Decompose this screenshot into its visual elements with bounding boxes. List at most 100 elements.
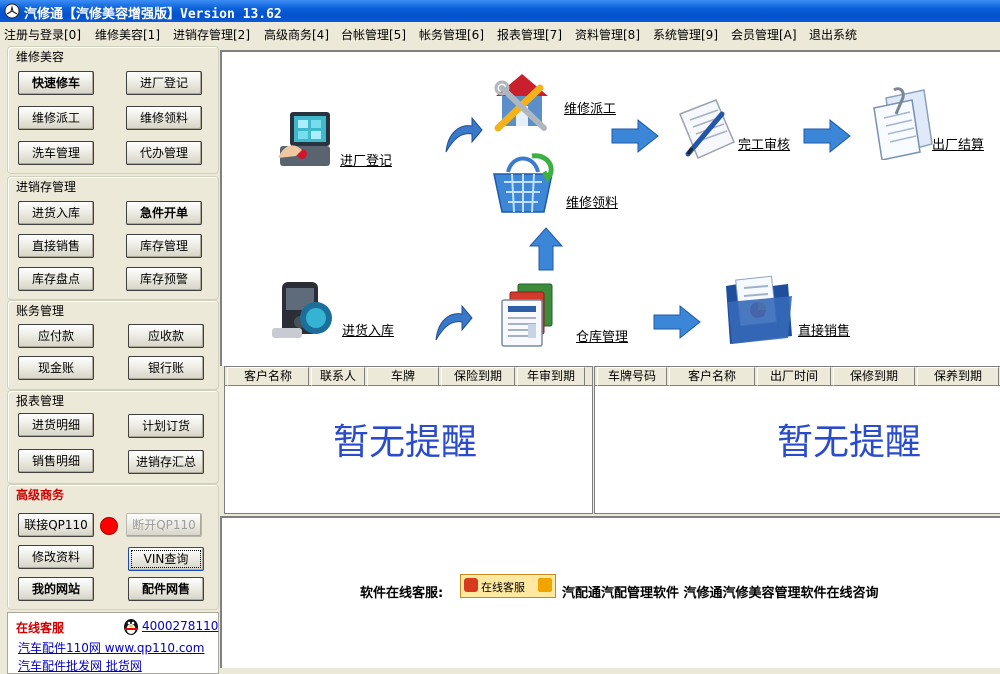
- connection-status-indicator: [100, 517, 118, 535]
- checkout-document-icon[interactable]: [864, 86, 936, 160]
- menu-exit[interactable]: 退出系统: [809, 26, 857, 43]
- disconnect-qp110-button[interactable]: 断开QP110: [126, 513, 202, 537]
- curved-arrow-icon: [445, 116, 483, 153]
- qq-penguin-icon: [124, 619, 138, 635]
- menu-system[interactable]: 系统管理[9]: [653, 26, 718, 43]
- curved-arrow-icon: [435, 304, 473, 341]
- cash-account-button[interactable]: 现金账: [18, 356, 94, 380]
- flow-review-link[interactable]: 完工审核: [738, 134, 790, 153]
- group-repair: 维修美容 快速修车 进厂登记 维修派工 维修领料 洗车管理 代办管理: [7, 46, 219, 174]
- stock-count-button[interactable]: 库存盘点: [18, 267, 94, 291]
- check-icon: [538, 578, 552, 592]
- column-header[interactable]: 车牌: [367, 367, 439, 386]
- menu-reports[interactable]: 报表管理[7]: [497, 26, 562, 43]
- menu-repair[interactable]: 维修美容[1]: [95, 26, 160, 43]
- menu-ledger[interactable]: 台帐管理[5]: [341, 26, 406, 43]
- service-label: 软件在线客服:: [360, 586, 444, 601]
- column-header[interactable]: 保修到期: [833, 367, 915, 386]
- sales-detail-button[interactable]: 销售明细: [18, 449, 94, 473]
- bank-account-button[interactable]: 银行账: [128, 356, 204, 380]
- menu-business[interactable]: 高级商务[4]: [264, 26, 329, 43]
- group-inventory: 进销存管理 进货入库 急件开单 直接销售 库存管理 库存盘点 库存预警: [7, 176, 219, 300]
- service-phone-link[interactable]: 4000278110: [142, 619, 218, 633]
- menu-members[interactable]: 会员管理[A]: [731, 26, 797, 43]
- flow-dispatch-link[interactable]: 维修派工: [564, 98, 616, 117]
- up-arrow-icon: [528, 227, 564, 271]
- column-header[interactable]: 保险到期: [441, 367, 515, 386]
- empty-reminder-text: 暂无提醒: [777, 422, 922, 463]
- promo-text: 汽配通汽配管理软件 汽修通汽修美容管理软件在线咨询: [562, 586, 879, 601]
- service-footer: 软件在线客服: 在线客服 汽配通汽配管理软件 汽修通汽修美容管理软件在线咨询: [220, 516, 1000, 668]
- right-arrow-icon: [803, 118, 851, 154]
- dispatch-button[interactable]: 维修派工: [18, 106, 94, 130]
- inventory-summary-button[interactable]: 进销存汇总: [128, 450, 204, 474]
- qp110-link[interactable]: 汽车配件110网 www.qp110.com: [18, 639, 204, 656]
- purchase-in-button[interactable]: 进货入库: [18, 201, 94, 225]
- flow-purchase-link[interactable]: 进货入库: [342, 320, 394, 339]
- online-service-button-label: 在线客服: [481, 581, 525, 594]
- parts-online-button[interactable]: 配件网售: [128, 577, 204, 601]
- table-header: 客户名称 联系人 车牌 保险到期 年审到期: [225, 367, 592, 386]
- sidebar: 维修美容 快速修车 进厂登记 维修派工 维修领料 洗车管理 代办管理 进销存管理…: [0, 44, 222, 674]
- window-title: 汽修通【汽修美容增强版】Version 13.62: [24, 7, 282, 22]
- group-title: 报表管理: [16, 394, 65, 408]
- warehouse-files-icon[interactable]: [498, 280, 570, 352]
- group-title: 维修美容: [16, 50, 65, 64]
- edit-profile-button[interactable]: 修改资料: [18, 545, 94, 569]
- checkin-terminal-icon[interactable]: [274, 106, 340, 172]
- flow-checkin-link[interactable]: 进厂登记: [340, 150, 392, 169]
- purchase-detail-button[interactable]: 进货明细: [18, 413, 94, 437]
- flow-sales-link[interactable]: 直接销售: [798, 320, 850, 339]
- purchase-device-icon[interactable]: [268, 274, 340, 346]
- app-logo-icon: [4, 3, 20, 19]
- column-header[interactable]: 客户名称: [227, 367, 309, 386]
- insurance-reminder-table: 客户名称 联系人 车牌 保险到期 年审到期 暂无提醒: [224, 366, 593, 514]
- group-title: 高级商务: [16, 488, 65, 502]
- direct-sales-folder-icon[interactable]: [722, 274, 796, 346]
- menu-register[interactable]: 注册与登录[0]: [4, 26, 81, 43]
- quick-repair-button[interactable]: 快速修车: [18, 71, 94, 95]
- repair-dispatch-icon[interactable]: [488, 66, 558, 136]
- urgent-order-button[interactable]: 急件开单: [126, 201, 202, 225]
- group-title: 账务管理: [16, 304, 65, 318]
- column-header[interactable]: 年审到期: [517, 367, 585, 386]
- menu-data[interactable]: 资料管理[8]: [575, 26, 640, 43]
- service-title: 在线客服: [16, 621, 65, 635]
- my-website-button[interactable]: 我的网站: [18, 577, 94, 601]
- group-accounts: 账务管理 应付款 应收款 现金账 银行账: [7, 300, 219, 390]
- online-service-button[interactable]: 在线客服: [460, 574, 556, 598]
- menu-accounts[interactable]: 帐务管理[6]: [419, 26, 484, 43]
- receivable-button[interactable]: 应收款: [128, 324, 204, 348]
- group-title: 进销存管理: [16, 180, 77, 194]
- column-header[interactable]: 保养到期: [917, 367, 999, 386]
- group-reports: 报表管理 进货明细 计划订货 销售明细 进销存汇总: [7, 390, 219, 484]
- stock-manage-button[interactable]: 库存管理: [126, 234, 202, 258]
- maintenance-reminder-table: 车牌号码 客户名称 出厂时间 保修到期 保养到期 暂无提醒: [594, 366, 1000, 514]
- empty-reminder-text: 暂无提醒: [333, 422, 478, 463]
- checkin-button[interactable]: 进厂登记: [126, 71, 202, 95]
- vin-query-button[interactable]: VIN查询: [128, 547, 204, 571]
- column-header[interactable]: 车牌号码: [597, 367, 667, 386]
- completion-review-icon[interactable]: [670, 96, 742, 162]
- right-arrow-icon: [653, 304, 701, 340]
- menu-inventory[interactable]: 进销存管理[2]: [173, 26, 250, 43]
- agency-button[interactable]: 代办管理: [126, 141, 202, 165]
- column-header[interactable]: 出厂时间: [757, 367, 831, 386]
- pick-parts-button[interactable]: 维修领料: [126, 106, 202, 130]
- plan-order-button[interactable]: 计划订货: [128, 414, 204, 438]
- stock-alert-button[interactable]: 库存预警: [126, 267, 202, 291]
- column-header[interactable]: 客户名称: [669, 367, 755, 386]
- connect-qp110-button[interactable]: 联接QP110: [18, 513, 94, 537]
- car-wash-button[interactable]: 洗车管理: [18, 141, 94, 165]
- column-header[interactable]: 联系人: [311, 367, 365, 386]
- parts-basket-icon[interactable]: [488, 148, 558, 218]
- workflow-panel: 进厂登记 维修派工 完工审核 出厂结算 维修领料 进货入库 仓库管理 直接销售: [220, 50, 1000, 366]
- flow-pick-link[interactable]: 维修领料: [566, 192, 618, 211]
- flow-warehouse-link[interactable]: 仓库管理: [576, 326, 628, 345]
- direct-sale-button[interactable]: 直接销售: [18, 234, 94, 258]
- payable-button[interactable]: 应付款: [18, 324, 94, 348]
- flow-checkout-link[interactable]: 出厂结算: [932, 134, 984, 153]
- group-business: 高级商务 联接QP110 断开QP110 修改资料 VIN查询 我的网站 配件网…: [7, 484, 219, 610]
- online-service-panel: 在线客服 4000278110 汽车配件110网 www.qp110.com 汽…: [7, 612, 219, 674]
- table-header: 车牌号码 客户名称 出厂时间 保修到期 保养到期: [595, 367, 1000, 386]
